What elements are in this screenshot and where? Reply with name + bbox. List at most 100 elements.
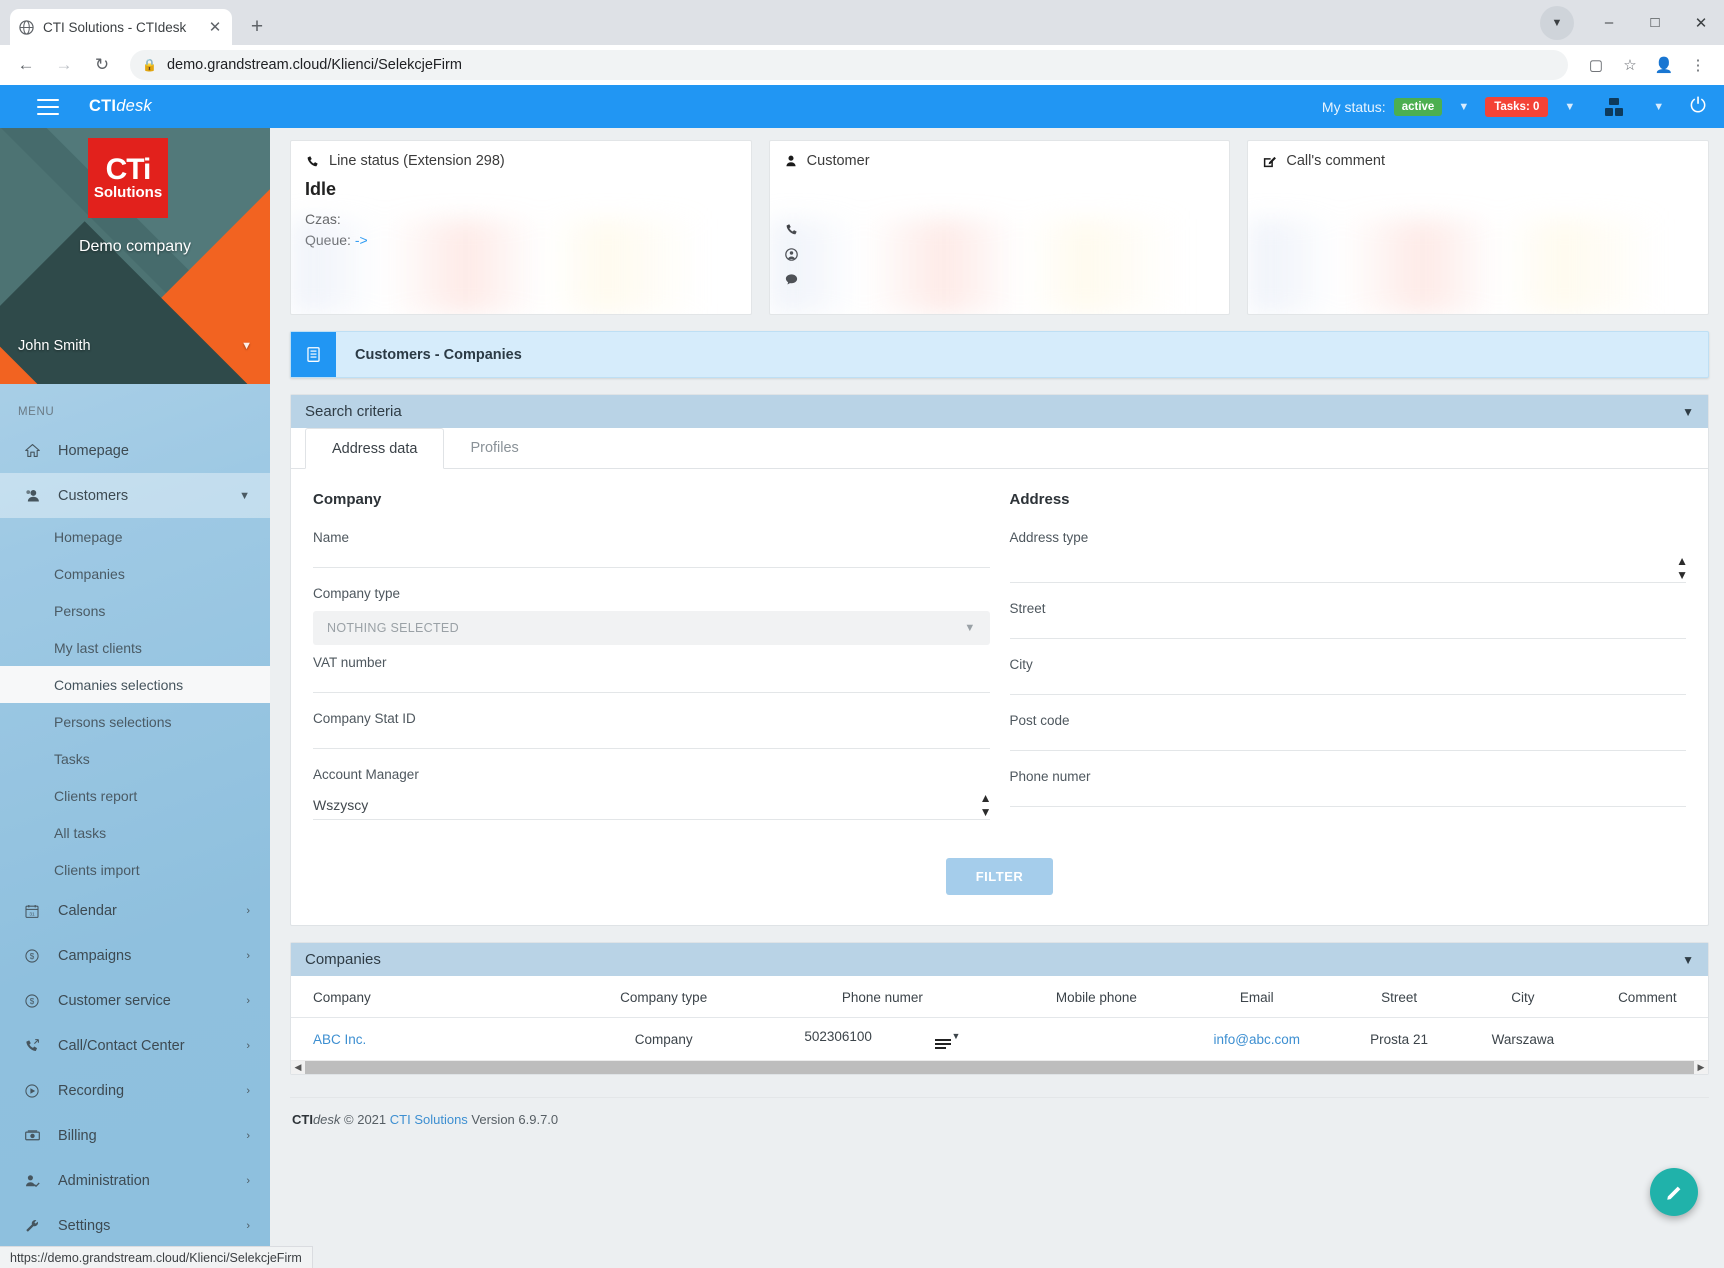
sidebar-item-administration[interactable]: Administration › <box>0 1158 270 1203</box>
search-criteria-header[interactable]: Search criteria ▼ <box>291 395 1708 428</box>
column-header-comment[interactable]: Comment <box>1586 976 1708 1018</box>
field-label: Phone numer <box>1009 769 1091 784</box>
tab-address-data[interactable]: Address data <box>305 428 445 469</box>
account-manager-select[interactable]: Wszyscy ▲ ▼ <box>313 790 992 820</box>
name-input[interactable] <box>313 567 990 568</box>
vat-number-input[interactable] <box>313 692 990 693</box>
sidebar-item-homepage[interactable]: Homepage <box>0 428 270 473</box>
column-header-email[interactable]: Email <box>1174 976 1339 1018</box>
browser-tab[interactable]: CTI Solutions - CTIdesk ✕ <box>10 9 232 45</box>
sidebar-item-settings[interactable]: Settings › <box>0 1203 270 1248</box>
scroll-right-icon[interactable]: ▶ <box>1694 1062 1708 1073</box>
translate-icon[interactable]: ▢ <box>1580 49 1612 81</box>
queue-value: -> <box>354 232 368 248</box>
chevron-down-icon[interactable]: ▼ <box>1564 101 1575 113</box>
hamburger-menu-icon[interactable] <box>37 98 59 115</box>
chevron-down-icon[interactable]: ▼ <box>1653 101 1664 113</box>
sidebar-subitem-label: Clients report <box>54 787 138 804</box>
sidebar-subitem-tasks[interactable]: Tasks <box>0 740 270 777</box>
profile-icon[interactable]: 👤 <box>1648 49 1680 81</box>
browser-status-bar: https://demo.grandstream.cloud/Klienci/S… <box>0 1246 313 1268</box>
sidebar-subitem-label: Persons selections <box>54 713 172 730</box>
tasks-badge[interactable]: Tasks: 0 <box>1485 96 1549 117</box>
power-logout-icon[interactable]: ⏻ <box>1690 95 1706 118</box>
sidebar-item-billing[interactable]: Billing › <box>0 1113 270 1158</box>
edit-fab-button[interactable] <box>1650 1168 1698 1216</box>
forward-icon[interactable]: → <box>48 49 80 81</box>
sidebar-item-customer-service[interactable]: $ Customer service › <box>0 978 270 1023</box>
minimize-button[interactable]: – <box>1586 0 1632 45</box>
cell-city: Warszawa <box>1491 1031 1555 1047</box>
footer-link[interactable]: CTI Solutions <box>390 1112 468 1127</box>
field-label: City <box>1009 657 1033 672</box>
city-input[interactable] <box>1009 694 1686 695</box>
phone-numer-input[interactable] <box>1009 806 1686 807</box>
table-row[interactable]: ABC Inc. Company 502306100 ▼ info@abc.co… <box>291 1018 1708 1061</box>
company-link[interactable]: ABC Inc. <box>313 1032 366 1047</box>
window-controls: ▼ – □ ✕ <box>1540 0 1724 45</box>
sidebar-subitem-companies[interactable]: Companies <box>0 555 270 592</box>
column-header-mobile-phone[interactable]: Mobile phone <box>1018 976 1175 1018</box>
sidebar-subitem-clients-report[interactable]: Clients report <box>0 777 270 814</box>
email-link[interactable]: info@abc.com <box>1213 1032 1300 1047</box>
street-input[interactable] <box>1009 638 1686 639</box>
address-bar[interactable]: 🔒 demo.grandstream.cloud/Klienci/Selekcj… <box>130 50 1568 80</box>
sidebar-subitem-persons[interactable]: Persons <box>0 592 270 629</box>
sidebar-item-campaigns[interactable]: $ Campaigns › <box>0 933 270 978</box>
apps-grid-icon[interactable] <box>1605 97 1624 116</box>
sidebar-subitem-homepage[interactable]: Homepage <box>0 518 270 555</box>
column-header-city[interactable]: City <box>1459 976 1587 1018</box>
bookmark-star-icon[interactable]: ☆ <box>1614 49 1646 81</box>
column-header-company-type[interactable]: Company type <box>581 976 747 1018</box>
chevron-down-icon[interactable]: ▼ <box>1458 101 1469 113</box>
scrollbar-thumb[interactable] <box>305 1061 1694 1074</box>
my-status-label: My status: <box>1321 98 1386 115</box>
comment-icon[interactable] <box>784 272 799 291</box>
browser-tabstrip: CTI Solutions - CTIdesk ✕ + ▼ – □ ✕ <box>0 0 1724 45</box>
cell-company[interactable]: ABC Inc. <box>291 1018 581 1061</box>
companies-panel: Companies ▼ Company Company type Phone n… <box>290 942 1709 1075</box>
sidebar-subitem-companies-selections[interactable]: Comanies selections <box>0 666 270 703</box>
row-actions-menu-icon[interactable] <box>935 1039 952 1049</box>
close-window-button[interactable]: ✕ <box>1678 0 1724 45</box>
sidebar-subitem-persons-selections[interactable]: Persons selections <box>0 703 270 740</box>
reload-icon[interactable]: ↻ <box>86 49 118 81</box>
close-icon[interactable]: ✕ <box>206 18 224 36</box>
sidebar-subitem-all-tasks[interactable]: All tasks <box>0 814 270 851</box>
user-menu[interactable]: John Smith ▼ <box>0 326 270 366</box>
sidebar-item-customers[interactable]: Customers ▼ <box>0 473 270 518</box>
sort-updown-icon: ▲ ▼ <box>979 790 992 819</box>
chevron-down-icon[interactable]: ▼ <box>1682 405 1694 419</box>
scroll-left-icon[interactable]: ◀ <box>291 1062 305 1073</box>
column-header-street[interactable]: Street <box>1338 976 1460 1018</box>
company-type-multiselect[interactable]: NOTHING SELECTED ▼ <box>313 611 990 645</box>
tab-profiles[interactable]: Profiles <box>444 428 544 469</box>
sidebar-subitem-clients-import[interactable]: Clients import <box>0 851 270 888</box>
maximize-button[interactable]: □ <box>1632 0 1678 45</box>
sidebar-subitem-my-last-clients[interactable]: My last clients <box>0 629 270 666</box>
column-header-company[interactable]: Company <box>291 976 581 1018</box>
home-icon <box>24 442 52 459</box>
chevron-down-icon[interactable]: ▼ <box>1682 953 1694 967</box>
table-horizontal-scrollbar[interactable]: ◀ ▶ <box>291 1060 1708 1074</box>
sidebar-item-recording[interactable]: Recording › <box>0 1068 270 1113</box>
sidebar-item-call-contact-center[interactable]: Call/Contact Center › <box>0 1023 270 1068</box>
field-label: Company Stat ID <box>313 711 416 726</box>
cell-email[interactable]: info@abc.com <box>1174 1018 1339 1061</box>
status-badge[interactable]: active <box>1393 97 1443 116</box>
sidebar-item-calendar[interactable]: 31 Calendar › <box>0 888 270 933</box>
new-tab-button[interactable]: + <box>242 12 272 42</box>
company-stat-id-input[interactable] <box>313 748 990 749</box>
address-type-select[interactable]: ▲ ▼ <box>1009 553 1688 583</box>
back-icon[interactable]: ← <box>10 49 42 81</box>
customer-card: Customer <box>768 140 1231 315</box>
sidebar-item-label: Homepage <box>58 442 129 459</box>
chevron-down-icon[interactable]: ▼ <box>1540 5 1574 40</box>
menu-kebab-icon[interactable]: ⋮ <box>1682 49 1714 81</box>
filter-button[interactable]: FILTER <box>945 858 1054 895</box>
column-header-phone-numer[interactable]: Phone numer <box>746 976 1019 1018</box>
user-circle-icon[interactable] <box>784 247 799 266</box>
companies-header[interactable]: Companies ▼ <box>291 943 1708 976</box>
phone-icon[interactable] <box>784 222 799 241</box>
post-code-input[interactable] <box>1009 750 1686 751</box>
